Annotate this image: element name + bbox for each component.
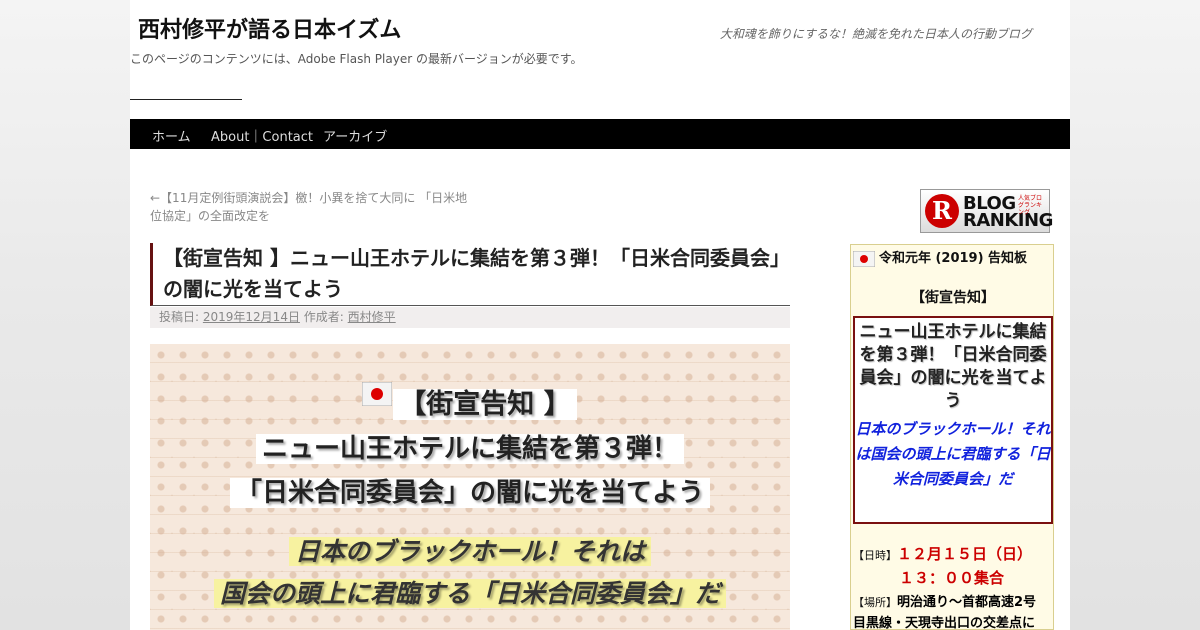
time-value: １３：００集合: [899, 569, 1005, 587]
header-divider: [130, 99, 242, 100]
place-line1: 明治通り～首都高速2号: [897, 595, 1037, 610]
sidebar-subheading: 【街宣告知】: [911, 290, 995, 306]
sidebar-highlight-box: ニュー山王ホテルに集結を第３弾！「日米合同委員会」の闇に光を当てよう 日本のブラ…: [853, 316, 1053, 524]
blog-ranking-badge[interactable]: R BLOG RANKING 人気ブログランキング: [920, 189, 1053, 233]
post-date-link[interactable]: 2019年12月14日: [203, 310, 300, 324]
date-label: 【日時】: [853, 549, 897, 562]
place-line2: 目黒線・天現寺出口の交差点に: [853, 616, 1036, 630]
posted-label: 投稿日:: [159, 310, 200, 324]
nav-item-archive[interactable]: アーカイブ: [323, 126, 387, 145]
banner-line1: 【街宣告知 】: [150, 382, 790, 421]
banner-line4: 日本のブラックホール！それは: [150, 532, 790, 568]
flash-notice: このページのコンテンツには、Adobe Flash Player の最新バージョ…: [130, 52, 583, 66]
place-label: 【場所】: [853, 596, 897, 609]
page-container: 西村修平が語る日本イズム 大和魂を飾りにするな！絶滅を免れた日本人の行動ブログ …: [130, 0, 1070, 630]
date-value: １２月１５日（日）: [897, 545, 1033, 563]
banner-line2: ニュー山王ホテルに集結を第３弾！: [150, 428, 790, 465]
previous-post-line1: ←【11月定例街頭演説会】檄！小異を捨て大同に 「日米地: [150, 191, 468, 205]
post-meta: 投稿日: 2019年12月14日 作成者: 西村修平: [150, 307, 790, 328]
site-title[interactable]: 西村修平が語る日本イズム: [138, 12, 401, 44]
sidebar-announcement-board: 令和元年 (2019) 告知板 【街宣告知】 ニュー山王ホテルに集結を第３弾！「…: [850, 244, 1054, 630]
ranking-small-label: 人気ブログランキング: [1018, 195, 1043, 216]
site-tagline: 大和魂を飾りにするな！絶滅を免れた日本人の行動ブログ: [719, 27, 1032, 41]
banner-line3: 「日米合同委員会」の闇に光を当てよう: [150, 472, 790, 509]
previous-post-line2: 位協定」の全面改定を: [150, 209, 271, 223]
sidebar-date-row: 【日時】１２月１５日（日）: [853, 543, 1032, 564]
author-link[interactable]: 西村修平: [348, 310, 396, 324]
nav-item-home[interactable]: ホーム: [152, 126, 191, 145]
sidebar-place-row: 【場所】明治通り～首都高速2号: [853, 591, 1036, 610]
sidebar-box-blue-text: 日本のブラックホール！それは国会の頭上に君臨する「日米合同委員会」だ: [855, 420, 1051, 488]
sidebar-box-title: ニュー山王ホテルに集結を第３弾！「日米合同委員会」の闇に光を当てよう: [859, 322, 1047, 411]
nav-item-about-contact[interactable]: About｜Contact: [211, 126, 313, 145]
author-label: 作成者:: [303, 310, 344, 324]
ranking-r-icon: R: [925, 194, 959, 228]
post-title: 【街宣告知 】ニュー山王ホテルに集結を第３弾！「日米合同委員会」の闇に光を当てよ…: [150, 243, 790, 306]
previous-post-link[interactable]: ←【11月定例街頭演説会】檄！小異を捨て大同に 「日米地 位協定」の全面改定を: [150, 189, 480, 225]
post-banner-image: 【街宣告知 】 ニュー山王ホテルに集結を第３弾！ 「日米合同委員会」の闇に光を当…: [150, 344, 790, 630]
sidebar-heading: 令和元年 (2019) 告知板: [878, 251, 1028, 266]
banner-line5: 国会の頭上に君臨する「日米合同委員会」だ: [150, 574, 790, 610]
main-nav: ホーム About｜Contact アーカイブ: [130, 119, 1070, 149]
